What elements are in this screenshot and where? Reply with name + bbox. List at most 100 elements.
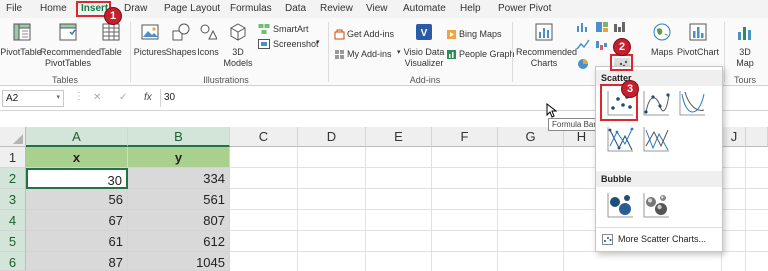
menu-automate[interactable]: Automate xyxy=(403,3,446,14)
cell-b6[interactable]: 1045 xyxy=(128,252,230,271)
cell-a3[interactable]: 56 xyxy=(26,189,128,210)
scatter-straight-markers-icon xyxy=(607,127,634,152)
row-header-2[interactable]: 2 xyxy=(0,168,26,189)
people-graph-button[interactable]: People Graph xyxy=(446,48,515,62)
3d-map-icon xyxy=(738,27,751,40)
cell-a1[interactable]: x xyxy=(26,147,128,168)
menu-power-pivot[interactable]: Power Pivot xyxy=(498,3,551,14)
pivotchart-button[interactable]: PivotChart xyxy=(676,20,720,72)
more-scatter-charts-option[interactable]: More Scatter Charts... xyxy=(602,233,718,247)
insert-function-icon[interactable]: fx xyxy=(144,92,152,103)
cell-b4[interactable]: 807 xyxy=(128,210,230,231)
menu-draw[interactable]: Draw xyxy=(124,3,147,14)
recommended-charts-button[interactable]: Recommended Charts xyxy=(516,20,577,72)
row-header-6[interactable]: 6 xyxy=(0,252,26,271)
callout-2-badge: 2 xyxy=(613,38,631,56)
name-box-dropdown-icon: ▾ xyxy=(56,94,60,101)
pivottable-button[interactable]: PivotTable xyxy=(0,20,42,72)
column-header-c[interactable]: C xyxy=(230,127,298,147)
menu-data[interactable]: Data xyxy=(285,3,306,14)
scatter-button-highlight xyxy=(610,54,633,71)
scatter-straight-lines-option[interactable] xyxy=(641,124,671,154)
visio-label-2: Visualizer xyxy=(404,58,444,68)
screenshot-button[interactable]: Screenshot ▾ xyxy=(258,37,322,51)
statistic-chart-icon[interactable] xyxy=(613,21,627,33)
bing-maps-button[interactable]: Bing Maps xyxy=(446,28,506,42)
3d-map-label-2: Map xyxy=(736,58,754,68)
menu-page-layout[interactable]: Page Layout xyxy=(164,3,220,14)
3d-bubble-option[interactable] xyxy=(641,190,671,220)
shapes-button[interactable]: Shapes xyxy=(166,20,196,72)
row-header-1[interactable]: 1 xyxy=(0,147,26,168)
formula-divider xyxy=(160,89,161,107)
pivotchart-label: PivotChart xyxy=(676,47,720,57)
menu-review[interactable]: Review xyxy=(320,3,353,14)
3d-models-label-2: Models xyxy=(223,58,253,68)
smartart-button[interactable]: SmartArt xyxy=(258,22,320,36)
pie-chart-icon[interactable] xyxy=(576,58,590,70)
column-header-j[interactable]: J xyxy=(722,127,746,147)
pictures-button[interactable]: Pictures xyxy=(134,20,166,72)
menu-file[interactable]: File xyxy=(6,3,22,14)
recommended-pivottables-label-1: Recommended xyxy=(40,47,102,57)
row-header-3[interactable]: 3 xyxy=(0,189,26,210)
recommended-pivottables-button[interactable]: Recommended PivotTables xyxy=(40,20,102,72)
maps-button[interactable]: Maps xyxy=(648,20,676,72)
cell-a2[interactable]: 30 xyxy=(26,168,128,189)
line-chart-icon[interactable] xyxy=(576,39,590,51)
row-header-4[interactable]: 4 xyxy=(0,210,26,231)
column-header-k[interactable] xyxy=(746,127,768,147)
select-all-button[interactable] xyxy=(0,127,26,147)
hierarchy-chart-icon[interactable] xyxy=(595,21,609,33)
column-header-f[interactable]: F xyxy=(432,127,498,147)
screenshot-icon xyxy=(258,39,270,49)
column-header-a[interactable]: A xyxy=(26,127,128,147)
cell-b1[interactable]: y xyxy=(128,147,230,168)
my-addins-label: My Add-ins xyxy=(347,49,392,59)
table-button[interactable]: Table xyxy=(98,20,124,72)
column-header-b[interactable]: B xyxy=(128,127,230,147)
3d-map-button[interactable]: 3D Map xyxy=(728,20,762,72)
recommended-charts-icon xyxy=(535,23,553,41)
menu-view[interactable]: View xyxy=(366,3,388,14)
bing-maps-icon xyxy=(447,30,456,39)
scatter-straight-lines-markers-option[interactable] xyxy=(605,124,635,154)
icons-button[interactable]: Icons xyxy=(196,20,220,72)
table-label: Table xyxy=(100,47,122,57)
column-header-e[interactable]: E xyxy=(366,127,432,147)
row-header-5[interactable]: 5 xyxy=(0,231,26,252)
tables-group-label: Tables xyxy=(51,75,78,85)
menu-help[interactable]: Help xyxy=(460,3,481,14)
cell-b5[interactable]: 612 xyxy=(128,231,230,252)
cell-a6[interactable]: 87 xyxy=(26,252,128,271)
bubble-heading: Bubble xyxy=(596,171,722,187)
3d-models-button[interactable]: 3D Models xyxy=(222,20,254,72)
cell-a4[interactable]: 67 xyxy=(26,210,128,231)
bubble-chart-icon xyxy=(607,193,633,218)
bubble-option[interactable] xyxy=(605,190,635,220)
my-addins-button[interactable]: My Add-ins ▾ xyxy=(334,48,404,62)
visio-data-visualizer-button[interactable]: V Visio Data Visualizer xyxy=(404,20,444,72)
illustrations-group-label: Illustrations xyxy=(203,75,249,85)
cell-b3[interactable]: 561 xyxy=(128,189,230,210)
callout-3-badge: 3 xyxy=(621,80,639,98)
visio-icon: V xyxy=(416,24,432,40)
menu-home[interactable]: Home xyxy=(40,3,67,14)
waterfall-chart-icon[interactable] xyxy=(595,39,609,51)
get-addins-button[interactable]: Get Add-ins xyxy=(334,28,398,42)
menu-formulas[interactable]: Formulas xyxy=(230,3,272,14)
cell-b2[interactable]: 334 xyxy=(128,168,230,189)
screenshot-label: Screenshot xyxy=(273,39,319,49)
cell-a5[interactable]: 61 xyxy=(26,231,128,252)
visio-label-1: Visio Data xyxy=(403,47,445,57)
scatter-smooth-lines-markers-option[interactable] xyxy=(641,88,671,118)
scatter-smooth-lines-option[interactable] xyxy=(677,88,707,118)
name-box[interactable]: A2 ▾ xyxy=(2,90,64,107)
column-chart-icon[interactable] xyxy=(576,21,590,33)
column-header-d[interactable]: D xyxy=(298,127,366,147)
cancel-icon[interactable]: ✕ xyxy=(93,92,101,103)
enter-icon[interactable]: ✓ xyxy=(119,92,127,103)
formula-value: 30 xyxy=(164,92,176,103)
smartart-icon xyxy=(258,24,270,34)
icons-label: Icons xyxy=(197,47,219,57)
